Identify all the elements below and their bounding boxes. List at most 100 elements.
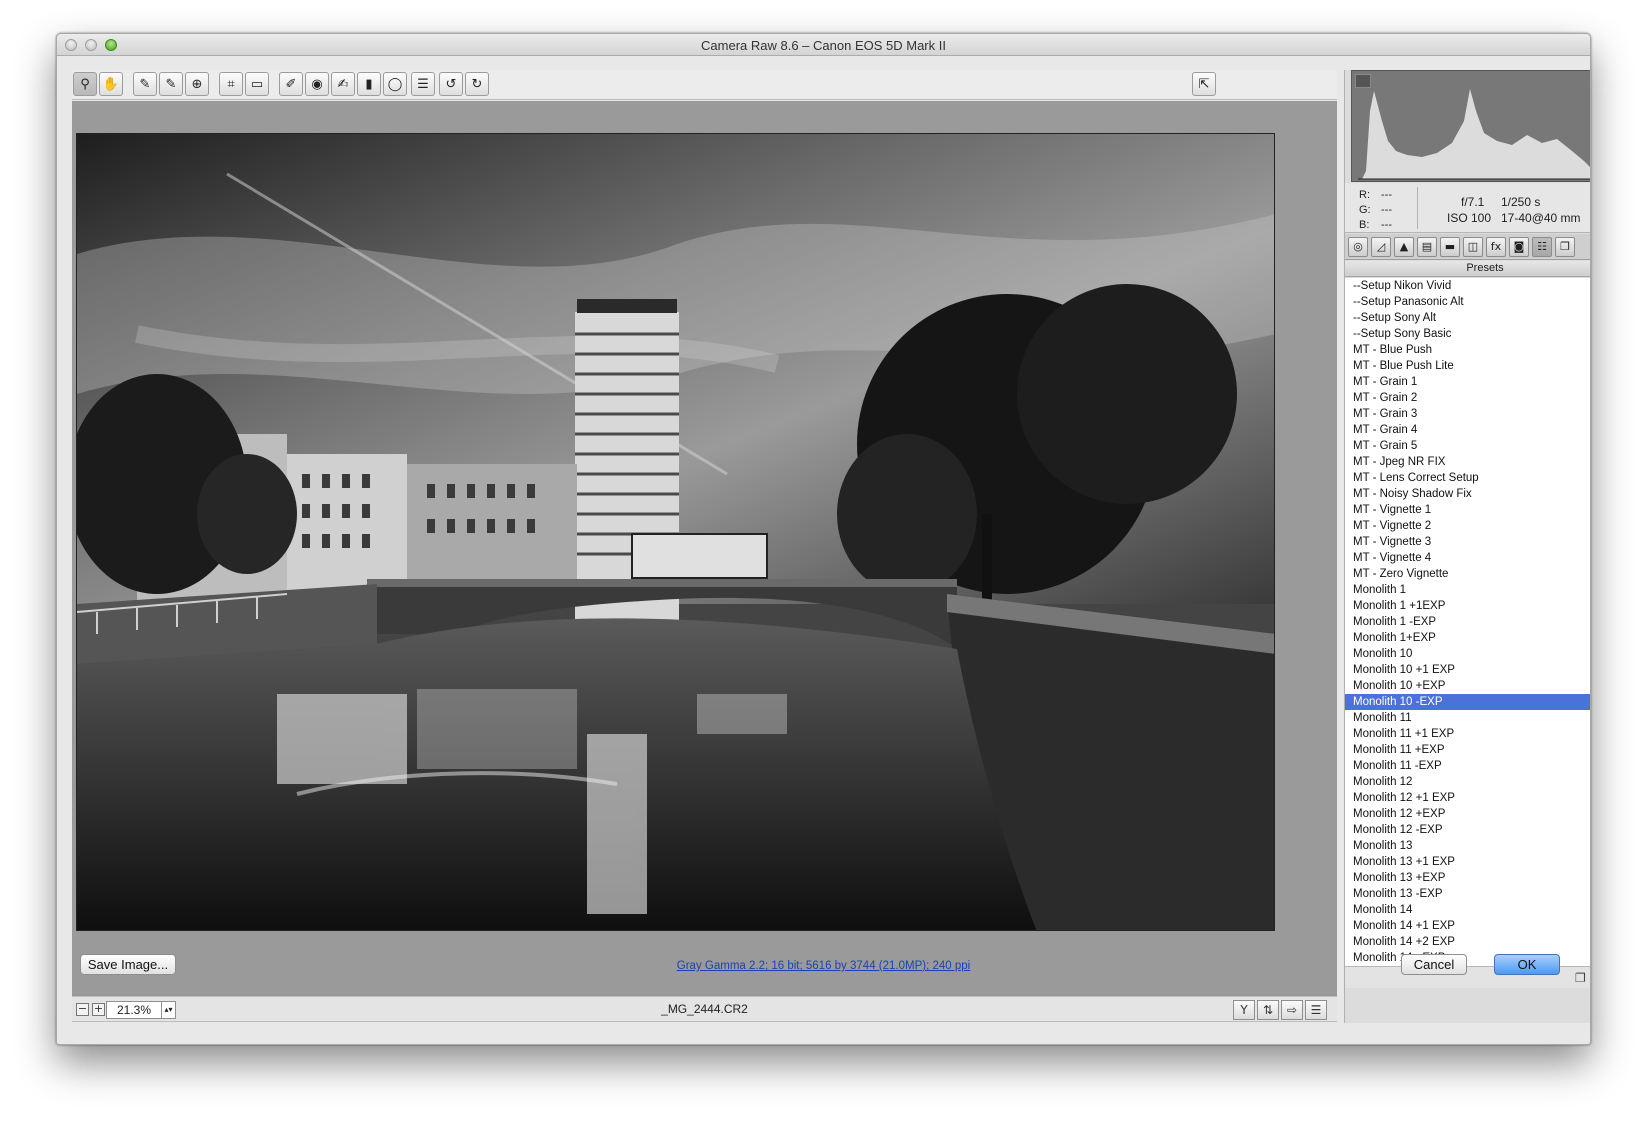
preset-item[interactable]: Monolith 12 +1 EXP	[1345, 790, 1590, 806]
preset-item[interactable]: MT - Blue Push	[1345, 342, 1590, 358]
camera-raw-window: Camera Raw 8.6 – Canon EOS 5D Mark II ⇱ …	[56, 33, 1591, 1045]
shutter-value: 1/250 s	[1501, 195, 1541, 209]
preset-item[interactable]: MT - Jpeg NR FIX	[1345, 454, 1590, 470]
cancel-button[interactable]: Cancel	[1401, 954, 1467, 975]
presets-header: Presets ☰	[1345, 261, 1590, 277]
before-after-toggle-icon[interactable]: Y	[1233, 1000, 1255, 1020]
image-preview-area	[72, 101, 1337, 996]
color-sampler-tool[interactable]: ✎	[159, 72, 183, 96]
graduated-filter-icon: ▮	[365, 76, 373, 92]
rotate-left-tool[interactable]: ↺	[439, 72, 463, 96]
preset-item[interactable]: Monolith 11 +1 EXP	[1345, 726, 1590, 742]
preset-item[interactable]: MT - Vignette 2	[1345, 518, 1590, 534]
preset-item[interactable]: MT - Grain 4	[1345, 422, 1590, 438]
preset-item[interactable]: MT - Zero Vignette	[1345, 566, 1590, 582]
preset-item[interactable]: --Setup Sony Alt	[1345, 310, 1590, 326]
right-panel: R: --- G: --- B: --- f/7.1 1/250 s ISO 1…	[1344, 70, 1590, 1023]
preset-item[interactable]: MT - Noisy Shadow Fix	[1345, 486, 1590, 502]
preset-item[interactable]: MT - Grain 5	[1345, 438, 1590, 454]
copy-settings-icon[interactable]: ⇨	[1281, 1000, 1303, 1020]
preset-item[interactable]: --Setup Nikon Vivid	[1345, 278, 1590, 294]
toolbar: ⇱ ⚲ ✋ ✎ ✎ ⊕ ⌗ ▭ ✐ ◉ ✍ ▮ ◯ ☰ ↺ ↻	[72, 70, 1337, 100]
preview-preferences-icon[interactable]: ☰	[1305, 1000, 1327, 1020]
graduated-filter-tool[interactable]: ▮	[357, 72, 381, 96]
swap-settings-icon[interactable]: ⇅	[1257, 1000, 1279, 1020]
white-balance-tool[interactable]: ✎	[133, 72, 157, 96]
color-sampler-icon: ✎	[165, 76, 177, 92]
preset-item[interactable]: Monolith 10 +EXP	[1345, 678, 1590, 694]
preset-item[interactable]: Monolith 10	[1345, 646, 1590, 662]
detail-tab[interactable]: ▲	[1394, 237, 1414, 257]
rotate-left-icon: ↺	[445, 76, 457, 92]
basic-tab[interactable]: ◎	[1348, 237, 1368, 257]
preset-item[interactable]: --Setup Sony Basic	[1345, 326, 1590, 342]
aperture-value: f/7.1	[1461, 195, 1485, 209]
image-info: R: --- G: --- B: --- f/7.1 1/250 s ISO 1…	[1345, 183, 1590, 233]
status-bar: − + 21.3% ▴▾ _MG_2444.CR2 Y ⇅ ⇨ ☰	[72, 996, 1337, 1022]
tone-curve-tab[interactable]: ◿	[1371, 237, 1391, 257]
photo-preview[interactable]	[76, 133, 1275, 931]
title-bar[interactable]: Camera Raw 8.6 – Canon EOS 5D Mark II	[57, 34, 1590, 56]
preset-item[interactable]: Monolith 11 -EXP	[1345, 758, 1590, 774]
spot-removal-icon: ✐	[285, 76, 297, 92]
preset-item[interactable]: MT - Vignette 3	[1345, 534, 1590, 550]
window-title: Camera Raw 8.6 – Canon EOS 5D Mark II	[701, 38, 946, 53]
preset-item[interactable]: Monolith 12 -EXP	[1345, 822, 1590, 838]
adjustment-brush-tool[interactable]: ✍	[331, 72, 355, 96]
preset-item[interactable]: Monolith 13 -EXP	[1345, 886, 1590, 902]
snapshots-tab[interactable]: ❐	[1555, 237, 1575, 257]
preset-item[interactable]: MT - Blue Push Lite	[1345, 358, 1590, 374]
hsl-tab[interactable]: ▤	[1417, 237, 1437, 257]
red-eye-tool[interactable]: ◉	[305, 72, 329, 96]
preset-item[interactable]: Monolith 13	[1345, 838, 1590, 854]
spot-removal-tool[interactable]: ✐	[279, 72, 303, 96]
workflow-options-link[interactable]: Gray Gamma 2.2; 16 bit; 5616 by 3744 (21…	[57, 960, 1590, 972]
fullscreen-toggle-button[interactable]: ⇱	[1192, 72, 1216, 96]
presets-tab[interactable]: ☷	[1532, 237, 1552, 257]
r-value: ---	[1381, 189, 1392, 201]
preset-item[interactable]: --Setup Panasonic Alt	[1345, 294, 1590, 310]
preset-item[interactable]: MT - Lens Correct Setup	[1345, 470, 1590, 486]
preset-item[interactable]: Monolith 1	[1345, 582, 1590, 598]
preset-item[interactable]: MT - Grain 1	[1345, 374, 1590, 390]
zoom-tool[interactable]: ⚲	[73, 72, 97, 96]
preset-item[interactable]: Monolith 14 +2 EXP	[1345, 934, 1590, 950]
preset-item[interactable]: Monolith 10 -EXP	[1345, 694, 1590, 710]
lens-value: 17-40@40 mm	[1501, 211, 1581, 225]
preset-item[interactable]: MT - Grain 2	[1345, 390, 1590, 406]
effects-tab[interactable]: fx	[1486, 237, 1506, 257]
preset-item[interactable]: Monolith 11	[1345, 710, 1590, 726]
targeted-adjustment-tool[interactable]: ⊕	[185, 72, 209, 96]
split-toning-tab[interactable]: ▬	[1440, 237, 1460, 257]
preset-item[interactable]: Monolith 14	[1345, 902, 1590, 918]
preset-item[interactable]: MT - Vignette 1	[1345, 502, 1590, 518]
preset-item[interactable]: Monolith 12	[1345, 774, 1590, 790]
preset-item[interactable]: Monolith 1 +1EXP	[1345, 598, 1590, 614]
straighten-tool[interactable]: ▭	[245, 72, 269, 96]
preset-item[interactable]: Monolith 13 +1 EXP	[1345, 854, 1590, 870]
crop-icon: ⌗	[227, 76, 235, 92]
preset-item[interactable]: Monolith 12 +EXP	[1345, 806, 1590, 822]
camera-calibration-tab[interactable]: ◙	[1509, 237, 1529, 257]
b-label: B:	[1359, 219, 1370, 231]
ok-button[interactable]: OK	[1494, 954, 1560, 975]
preset-item[interactable]: MT - Vignette 4	[1345, 550, 1590, 566]
preset-item[interactable]: Monolith 11 +EXP	[1345, 742, 1590, 758]
new-preset-icon[interactable]: ❐	[1575, 971, 1586, 985]
preset-item[interactable]: Monolith 1 -EXP	[1345, 614, 1590, 630]
preset-item[interactable]: Monolith 13 +EXP	[1345, 870, 1590, 886]
preset-item[interactable]: Monolith 14 +1 EXP	[1345, 918, 1590, 934]
preset-item[interactable]: MT - Grain 3	[1345, 406, 1590, 422]
preferences-tool[interactable]: ☰	[411, 72, 435, 96]
shadow-clipping-warning-icon[interactable]	[1355, 74, 1371, 88]
preset-item[interactable]: Monolith 1+EXP	[1345, 630, 1590, 646]
preset-item[interactable]: Monolith 10 +1 EXP	[1345, 662, 1590, 678]
lens-corrections-tab[interactable]: ◫	[1463, 237, 1483, 257]
rotate-right-tool[interactable]: ↻	[465, 72, 489, 96]
hand-tool[interactable]: ✋	[99, 72, 123, 96]
presets-list: --Setup Nikon Vivid --Setup Panasonic Alt…	[1345, 278, 1590, 966]
preferences-icon: ☰	[417, 76, 429, 92]
crop-tool[interactable]: ⌗	[219, 72, 243, 96]
white-balance-icon: ✎	[139, 76, 151, 92]
radial-filter-tool[interactable]: ◯	[383, 72, 407, 96]
